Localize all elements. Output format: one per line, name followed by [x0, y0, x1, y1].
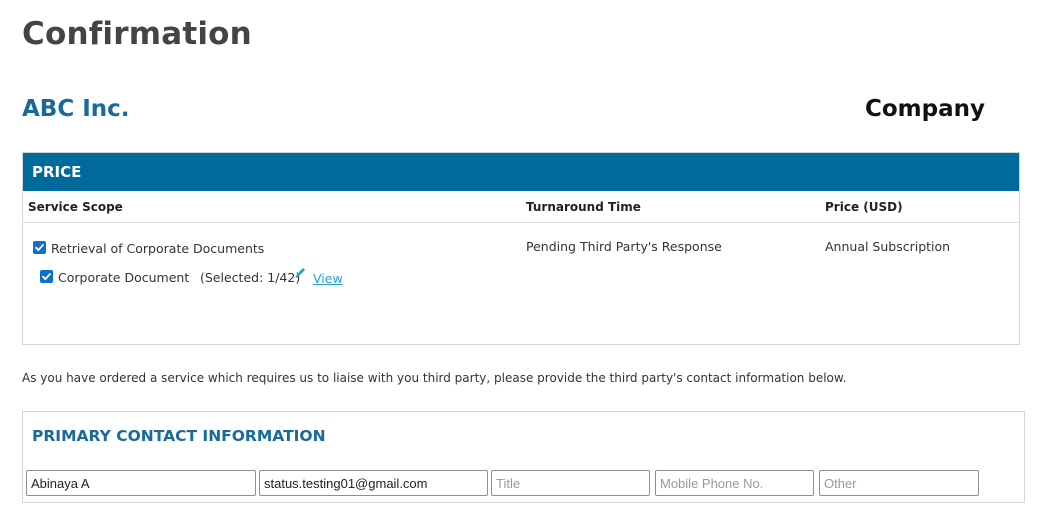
contact-title-field[interactable]: [491, 470, 650, 496]
column-price: Price (USD): [825, 200, 903, 214]
checkbox-checked-icon: [35, 244, 44, 251]
price-panel: PRICE Service Scope Turnaround Time Pric…: [22, 152, 1020, 345]
checkbox-checked-icon: [42, 273, 51, 280]
company-type: Company: [865, 96, 985, 122]
primary-contact-title: PRIMARY CONTACT INFORMATION: [32, 427, 326, 445]
service-checkbox[interactable]: [33, 241, 46, 254]
view-link[interactable]: View: [313, 271, 343, 286]
primary-contact-panel: PRIMARY CONTACT INFORMATION: [22, 411, 1025, 503]
price-value: Annual Subscription: [825, 239, 951, 254]
pencil-icon[interactable]: [293, 266, 307, 280]
company-name: ABC Inc.: [22, 96, 130, 122]
page-title: Confirmation: [22, 16, 252, 52]
contact-email-field[interactable]: [259, 470, 488, 496]
sub-item-checkbox[interactable]: [40, 270, 53, 283]
price-column-headers: Service Scope Turnaround Time Price (USD…: [23, 191, 1019, 223]
price-header: PRICE: [23, 153, 1019, 191]
service-label: Retrieval of Corporate Documents: [51, 241, 265, 256]
contact-name-field[interactable]: [26, 470, 256, 496]
column-service-scope: Service Scope: [28, 200, 123, 214]
contact-mobile-field[interactable]: [655, 470, 814, 496]
turnaround-value: Pending Third Party's Response: [526, 239, 722, 254]
column-turnaround-time: Turnaround Time: [526, 200, 641, 214]
selected-count: (Selected: 1/42): [200, 270, 301, 285]
third-party-notice: As you have ordered a service which requ…: [22, 371, 847, 385]
contact-other-field[interactable]: [819, 470, 979, 496]
sub-item-label: Corporate Document: [58, 270, 190, 285]
